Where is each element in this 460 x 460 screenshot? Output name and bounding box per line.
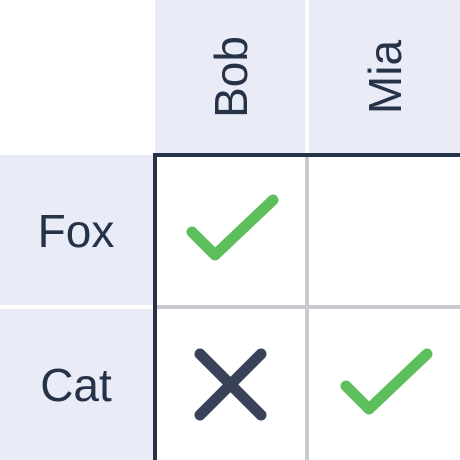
logic-grid-board: Bob Mia Fox Cat (0, 0, 460, 460)
check-icon (186, 194, 279, 261)
grid-border (153, 153, 460, 157)
column-header-bob: Bob (155, 0, 306, 153)
check-mark (340, 348, 433, 415)
row-label: Fox (37, 204, 115, 257)
grid-cell-cat-mia[interactable] (309, 309, 460, 460)
grid-border (153, 153, 157, 460)
grid-cell-fox-mia[interactable] (309, 155, 460, 306)
grid-cell-cat-bob[interactable] (155, 309, 306, 460)
row-header-cat: Cat (0, 309, 153, 460)
header-divider (0, 305, 153, 309)
column-header-mia: Mia (309, 0, 460, 153)
check-icon (340, 348, 433, 415)
column-label: Bob (204, 35, 257, 118)
grid-cell-fox-bob[interactable] (155, 155, 306, 306)
column-label: Mia (358, 39, 411, 114)
row-label: Cat (40, 358, 112, 411)
cross-mark (194, 348, 267, 421)
cross-icon (194, 348, 267, 421)
row-header-fox: Fox (0, 155, 153, 306)
check-mark (186, 194, 279, 261)
header-divider (305, 0, 309, 153)
grid-line (155, 305, 460, 309)
